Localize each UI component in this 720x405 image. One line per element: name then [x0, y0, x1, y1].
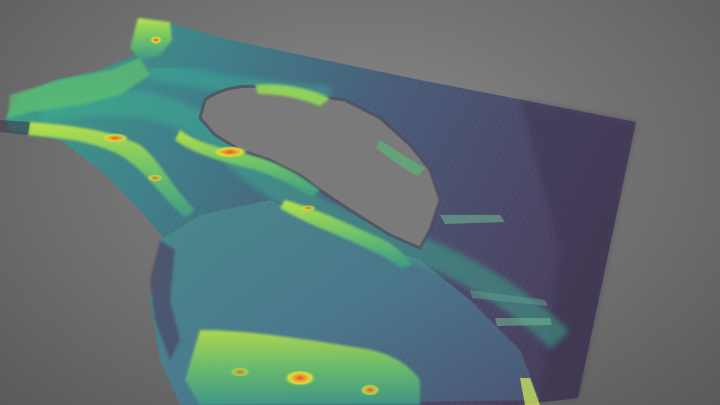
terrain-scene[interactable] [0, 0, 720, 405]
3d-viewer-viewport[interactable] [0, 0, 720, 405]
